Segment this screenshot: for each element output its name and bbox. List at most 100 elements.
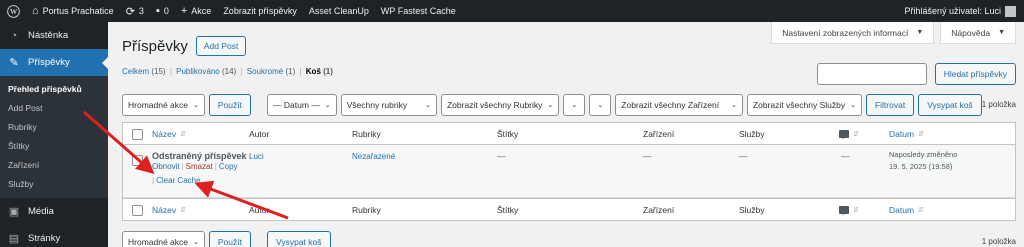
submenu-add-post[interactable]: Add Post xyxy=(0,99,108,118)
items-count-bottom: 1 položka xyxy=(981,237,1016,246)
media-icon: ▣ xyxy=(8,206,20,218)
sort-icon: ⇵ xyxy=(853,131,859,138)
chevron-down-icon: ⌄ xyxy=(547,102,554,109)
menu-media[interactable]: ▣ Média xyxy=(0,198,108,225)
search-posts-button[interactable]: Hledat příspěvky xyxy=(934,63,1016,85)
page-title: Příspěvky xyxy=(122,37,188,55)
column-services: Služby xyxy=(739,129,765,139)
submenu-services[interactable]: Služby xyxy=(0,175,108,194)
menu-pages[interactable]: ▤ Stránky xyxy=(0,225,108,247)
sort-icon: ⇵ xyxy=(180,131,186,138)
apply-bulk-button-bottom[interactable]: Použít xyxy=(208,231,251,247)
chevron-down-icon: ⌄ xyxy=(425,102,431,109)
delete-permanently-link[interactable]: Smazat xyxy=(186,162,213,171)
screen-options-button[interactable]: Nastavení zobrazených informací ▼ xyxy=(771,22,935,44)
column-categories-footer: Rubriky xyxy=(352,205,381,215)
submenu-devices[interactable]: Zařízení xyxy=(0,156,108,175)
search-box: Hledat příspěvky xyxy=(816,63,1016,85)
select-all-checkbox-footer[interactable] xyxy=(132,204,143,216)
column-comments-footer[interactable]: ⇵ xyxy=(839,199,859,221)
plus-icon: + xyxy=(180,5,188,17)
tablenav-top: Hromadné akce ⌄ Použít — Datum — ⌄ Všechny… xyxy=(122,94,982,116)
extra-filter-select-1[interactable]: ⌄ xyxy=(563,94,586,116)
column-categories: Rubriky xyxy=(352,129,381,139)
wp-fastest-cache-link[interactable]: WP Fastest Cache xyxy=(375,0,462,22)
posts-table: Název ⇵ Autor Rubriky Štítky Zařízení Slu… xyxy=(122,122,1016,221)
comment-icon xyxy=(839,130,849,139)
sort-icon: ⇵ xyxy=(180,207,186,214)
refresh-icon: ⟳ xyxy=(125,5,135,18)
bulk-actions-select[interactable]: Hromadné akce ⌄ xyxy=(122,94,205,116)
column-devices: Zařízení xyxy=(643,129,675,139)
avatar xyxy=(1005,5,1016,17)
view-published[interactable]: Publikováno (14) xyxy=(176,67,236,76)
view-trash[interactable]: Koš (1) xyxy=(306,67,333,76)
row-checkbox[interactable] xyxy=(132,154,143,166)
column-title[interactable]: Název ⇵ xyxy=(152,123,186,145)
post-author[interactable]: Luci xyxy=(249,145,264,167)
column-author: Autor xyxy=(249,129,270,139)
comment-bubble-icon: ▪ xyxy=(155,5,160,17)
service-filter-select[interactable]: Zobrazit všechny Služby ⌄ xyxy=(746,94,862,116)
row-actions: Obnovit | Smazat | Copy xyxy=(152,161,238,171)
clear-cache-link[interactable]: Clear Cache xyxy=(156,176,200,185)
column-comments[interactable]: ⇵ xyxy=(839,123,859,145)
view-private[interactable]: Soukromé (1) xyxy=(247,67,295,76)
home-icon: ⌂ xyxy=(32,5,39,17)
custom-category-filter-select[interactable]: Zobrazit všechny Rubriky ⌄ xyxy=(440,94,560,116)
extra-filter-select-2[interactable]: ⌄ xyxy=(589,94,612,116)
apply-bulk-button[interactable]: Použít xyxy=(208,94,251,116)
bulk-actions-select-bottom[interactable]: Hromadné akce ⌄ xyxy=(122,231,205,247)
caret-down-icon: ▼ xyxy=(998,29,1005,36)
menu-posts[interactable]: ✎ Příspěvky xyxy=(0,49,108,76)
post-comments: — xyxy=(841,151,850,161)
empty-trash-button[interactable]: Vysypat koš xyxy=(918,94,982,116)
post-status-views: Celkem (15) | Publikováno (14) | Soukrom… xyxy=(122,67,333,76)
asset-cleanup-link[interactable]: Asset CleanUp xyxy=(303,0,375,22)
chevron-down-icon: ⌄ xyxy=(731,102,737,109)
my-account-link[interactable]: Přihlášený uživatel: Luci xyxy=(898,0,1024,22)
select-all-checkbox[interactable] xyxy=(132,128,143,140)
select-all-cell-footer xyxy=(132,199,143,221)
column-author-footer: Autor xyxy=(249,205,270,215)
main-content: Nastavení zobrazených informací ▼ Nápověd… xyxy=(108,22,1024,247)
view-posts-link[interactable]: Zobrazit příspěvky xyxy=(217,0,303,22)
post-tags: — xyxy=(497,151,506,161)
device-filter-select[interactable]: Zobrazit všechny Zařízení ⌄ xyxy=(615,94,743,116)
column-services-footer: Služby xyxy=(739,205,765,215)
screen-meta-links: Nastavení zobrazených informací ▼ Nápověd… xyxy=(771,22,1016,44)
comments-link[interactable]: ▪ 0 xyxy=(150,0,175,22)
menu-dashboard[interactable]: ◔ Nástěnka xyxy=(0,22,108,49)
column-tags: Štítky xyxy=(497,129,519,139)
submenu-tags[interactable]: Štítky xyxy=(0,137,108,156)
category-filter-select[interactable]: Všechny rubriky ⌄ xyxy=(340,94,437,116)
caret-down-icon: ▼ xyxy=(916,29,924,36)
site-name-link[interactable]: ⌂ Portus Prachatice xyxy=(26,0,120,22)
table-row: Odstraněný příspěvek Obnovit | Smazat | … xyxy=(123,145,1015,198)
sort-icon: ⇵ xyxy=(853,207,859,214)
search-input[interactable] xyxy=(816,63,927,85)
row-checkbox-cell xyxy=(132,149,143,171)
add-post-button[interactable]: Add Post xyxy=(195,36,247,56)
select-all-cell xyxy=(132,123,143,145)
chevron-down-icon: ⌄ xyxy=(597,102,604,109)
page-icon: ▤ xyxy=(8,233,20,245)
submenu-categories[interactable]: Rubriky xyxy=(0,118,108,137)
column-date[interactable]: Datum ⇵ xyxy=(889,123,924,145)
updates-link[interactable]: ⟳ 3 xyxy=(120,0,150,22)
empty-trash-button-bottom[interactable]: Vysypat koš xyxy=(267,231,331,247)
wordpress-logo-icon[interactable]: W xyxy=(0,0,26,22)
chevron-down-icon: ⌄ xyxy=(193,239,199,246)
new-content-link[interactable]: + Akce xyxy=(175,0,217,22)
column-title-footer[interactable]: Název ⇵ xyxy=(152,199,186,221)
submenu-all-posts[interactable]: Přehled příspěvků xyxy=(0,80,108,99)
help-button[interactable]: Nápověda ▼ xyxy=(940,22,1016,44)
post-category[interactable]: Nezařazené xyxy=(352,145,395,167)
date-filter-select[interactable]: — Datum — ⌄ xyxy=(267,94,337,116)
view-all[interactable]: Celkem (15) xyxy=(122,67,166,76)
column-date-footer[interactable]: Datum ⇵ xyxy=(889,199,924,221)
restore-link[interactable]: Obnovit xyxy=(152,162,180,171)
filter-button[interactable]: Filtrovat xyxy=(865,94,915,116)
chevron-down-icon: ⌄ xyxy=(324,102,331,109)
copy-link[interactable]: Copy xyxy=(219,162,238,171)
